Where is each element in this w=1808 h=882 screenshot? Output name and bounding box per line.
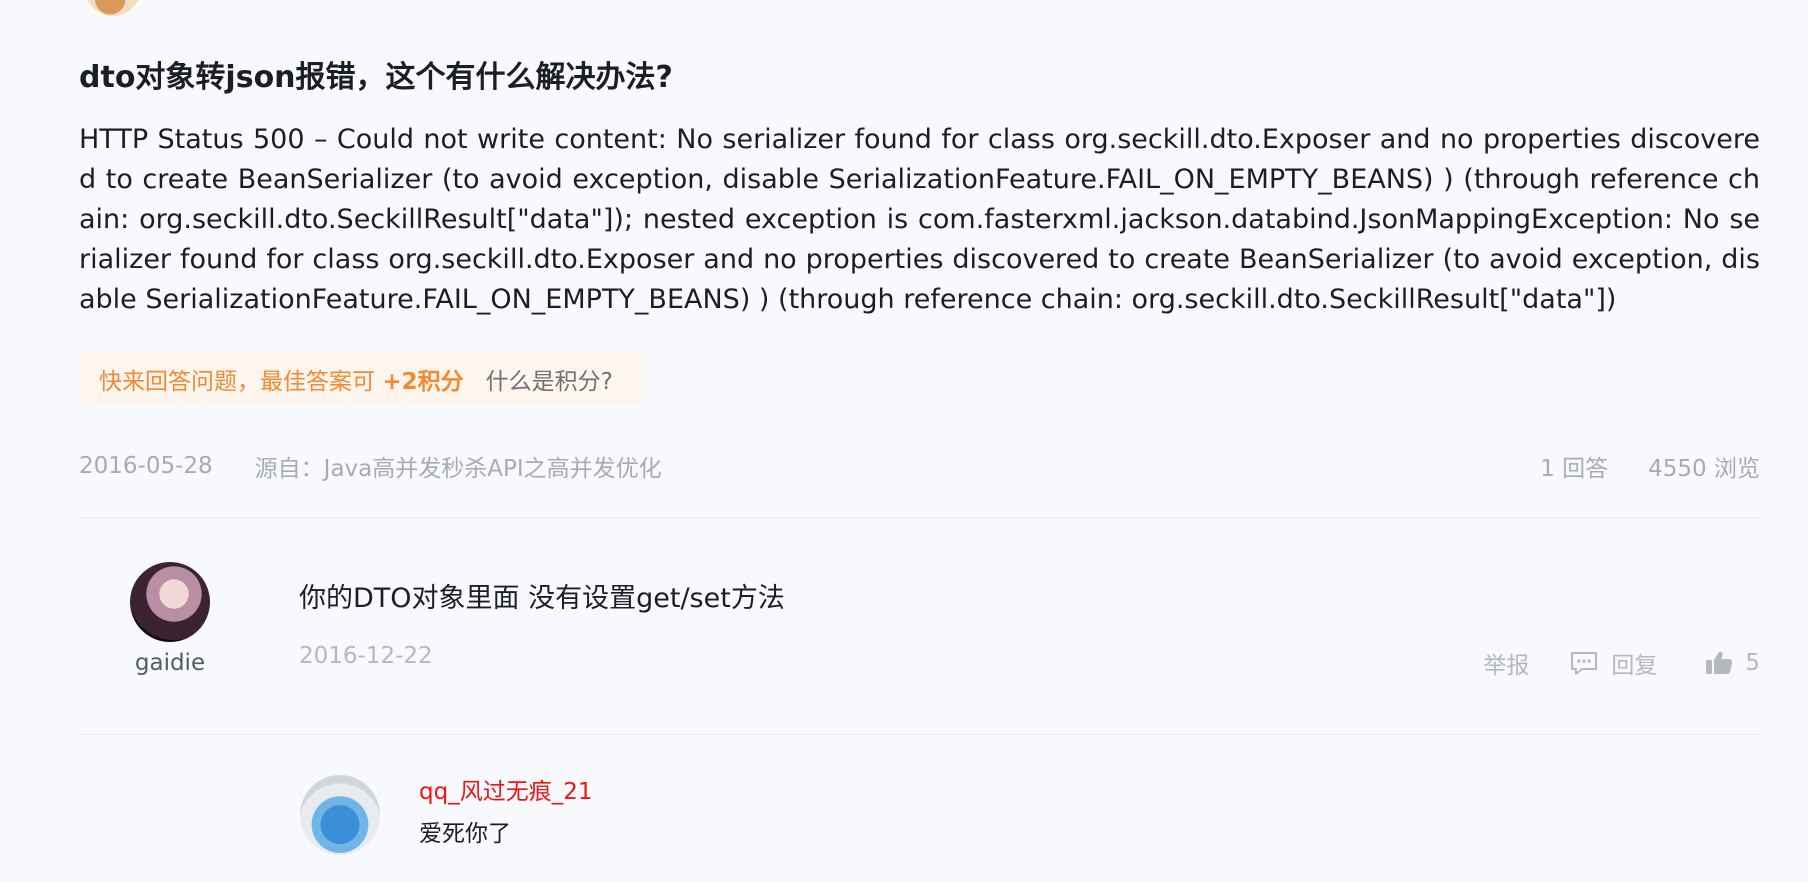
answer-actions: 举报 回复 5 [1483, 646, 1760, 680]
report-label: 举报 [1483, 653, 1530, 679]
question-source-link[interactable]: 源自：Java高并发秒杀API之高并发优化 [255, 449, 662, 483]
view-count: 4550 浏览 [1648, 456, 1760, 482]
points-help-link[interactable]: 什么是积分? [486, 362, 613, 396]
asker-avatar[interactable] [85, 0, 141, 16]
question-title: dto对象转json报错，这个有什么解决办法? [79, 60, 673, 95]
like-count: 5 [1745, 650, 1760, 676]
like-button[interactable]: 5 [1705, 650, 1760, 676]
answer-content: 你的DTO对象里面 没有设置get/set方法 [299, 583, 785, 614]
divider [79, 734, 1760, 735]
speech-bubble-icon [1571, 652, 1598, 675]
reply-label: 回复 [1611, 653, 1658, 679]
points-banner: 快来回答问题，最佳答案可 +2积分 什么是积分? [79, 352, 643, 406]
answer-date: 2016-12-22 [299, 643, 433, 669]
points-value: +2积分 [382, 369, 464, 395]
answer-count: 1 回答 [1540, 456, 1609, 482]
reply-username[interactable]: qq_风过无痕_21 [419, 772, 592, 806]
question-body: HTTP Status 500 – Could not write conten… [79, 124, 1760, 315]
reply-avatar[interactable] [300, 775, 380, 855]
answer-avatar[interactable] [130, 562, 210, 642]
thumbs-up-icon [1706, 651, 1733, 674]
question-meta: 2016-05-28 源自：Java高并发秒杀API之高并发优化 1 回答 45… [79, 446, 1760, 486]
question-date: 2016-05-28 [79, 453, 213, 479]
divider [79, 517, 1760, 518]
report-button[interactable]: 举报 [1483, 646, 1529, 680]
answer-username[interactable]: gaidie [110, 650, 230, 676]
reply-button[interactable]: 回复 [1569, 646, 1657, 680]
points-prompt: 快来回答问题，最佳答案可 +2积分 [99, 362, 464, 396]
reply-content: 爱死你了 [419, 821, 511, 847]
points-prompt-text: 快来回答问题，最佳答案可 [99, 369, 375, 395]
